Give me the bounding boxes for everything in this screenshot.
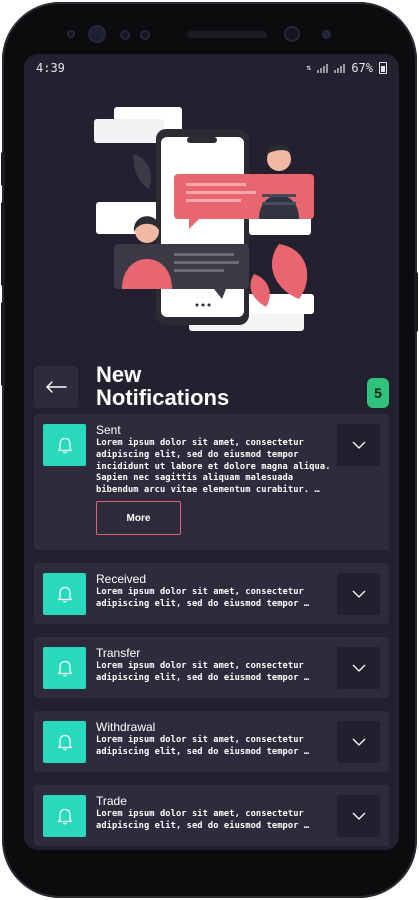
notification-title: Trade (96, 794, 127, 808)
chevron-down-icon (352, 590, 365, 598)
notification-text: Lorem ipsum dolor sit amet, consectetur … (96, 661, 310, 683)
notification-card-transfer[interactable]: Transfer Lorem ipsum dolor sit amet, con… (34, 637, 389, 698)
notification-count-badge: 5 (367, 378, 389, 408)
page-title: New Notifications (96, 362, 230, 410)
notification-title: Transfer (96, 646, 141, 660)
sensor (140, 30, 150, 40)
expand-button[interactable] (337, 795, 380, 837)
chevron-down-icon (352, 738, 365, 746)
notification-icon-box (43, 647, 86, 689)
iris-camera (322, 30, 331, 39)
notification-text: Lorem ipsum dolor sit amet, consectetur … (96, 809, 310, 831)
power-button (414, 272, 418, 332)
app-screen: 4:39 ⇅ 67% New Notifications 5 Sent Lore… (24, 54, 399, 850)
bell-icon (57, 734, 72, 751)
notification-title: Sent (96, 423, 121, 437)
expand-button[interactable] (337, 573, 380, 615)
notification-card-received[interactable]: Received Lorem ipsum dolor sit amet, con… (34, 563, 389, 624)
notification-card-trade[interactable]: Trade Lorem ipsum dolor sit amet, consec… (34, 785, 389, 846)
notification-card-sent[interactable]: Sent Lorem ipsum dolor sit amet, consect… (34, 414, 389, 550)
notification-icon-box (43, 721, 86, 763)
expand-button[interactable] (337, 721, 380, 763)
notification-text: Lorem ipsum dolor sit amet, consectetur … (96, 438, 331, 496)
notification-text: Lorem ipsum dolor sit amet, consectetur … (96, 587, 310, 609)
bell-icon (57, 437, 72, 454)
phone-side-button (1, 152, 5, 186)
notification-icon-box (43, 573, 86, 615)
notification-icon-box (43, 424, 86, 466)
chevron-down-icon (352, 441, 365, 449)
front-camera (284, 26, 300, 42)
battery-percent: 67% (351, 61, 373, 75)
chevron-down-icon (352, 664, 365, 672)
notification-list: Sent Lorem ipsum dolor sit amet, consect… (34, 414, 389, 850)
sensor (120, 30, 130, 40)
volume-down-button (1, 302, 5, 386)
bell-icon (57, 660, 72, 677)
notification-text: Lorem ipsum dolor sit amet, consectetur … (96, 735, 310, 757)
bell-icon (57, 808, 72, 825)
back-button[interactable] (34, 366, 78, 408)
bell-icon (57, 586, 72, 603)
notification-icon-box (43, 795, 86, 837)
collapse-button[interactable] (337, 424, 380, 466)
chevron-down-icon (352, 812, 365, 820)
battery-icon (379, 62, 387, 74)
page-header: New Notifications 5 (34, 362, 389, 412)
data-transfer-icon: ⇅ (306, 63, 312, 72)
status-right: ⇅ 67% (306, 61, 387, 75)
status-time: 4:39 (36, 61, 65, 75)
arrow-left-icon (46, 381, 67, 393)
notification-title: Received (96, 572, 147, 586)
iris-scanner (88, 25, 106, 43)
expand-button[interactable] (337, 647, 380, 689)
phone-frame: 4:39 ⇅ 67% New Notifications 5 Sent Lore… (1, 2, 418, 898)
signal-icon (317, 63, 329, 73)
notification-title: Withdrawal (96, 720, 156, 734)
notification-card-withdrawal[interactable]: Withdrawal Lorem ipsum dolor sit amet, c… (34, 711, 389, 772)
volume-up-button (1, 202, 5, 286)
notifications-illustration (94, 107, 314, 331)
sensor (67, 30, 75, 38)
more-button[interactable]: More (96, 501, 181, 535)
status-bar: 4:39 ⇅ 67% (24, 54, 399, 84)
signal-icon-secondary (334, 63, 346, 73)
earpiece-speaker (187, 31, 267, 38)
